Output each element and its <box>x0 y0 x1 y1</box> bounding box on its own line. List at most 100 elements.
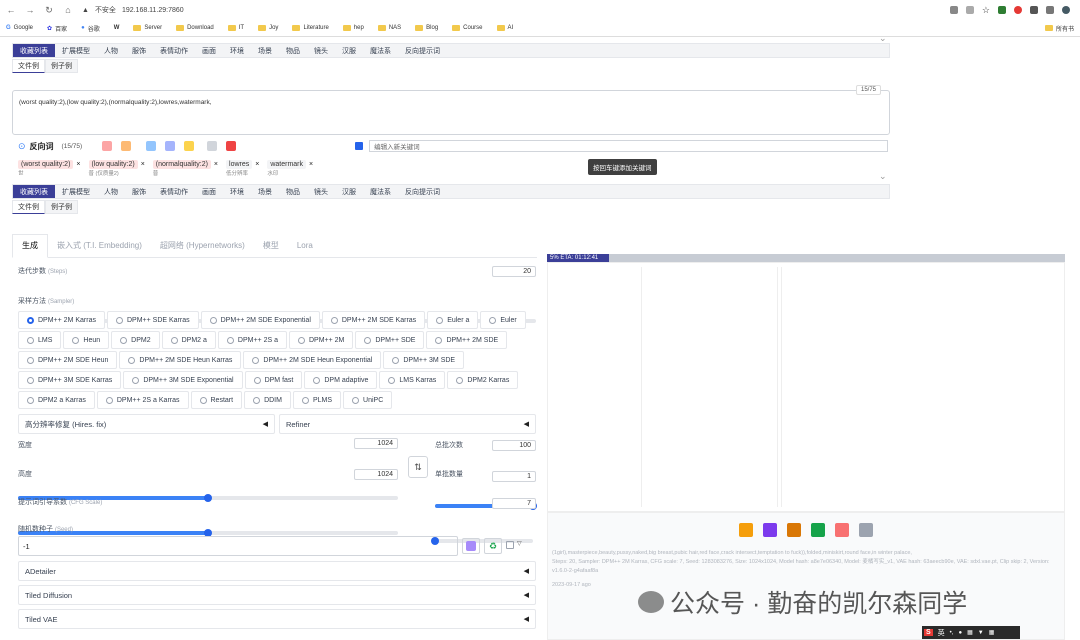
bookmark-it[interactable]: IT <box>227 25 244 31</box>
refiner-accordion[interactable]: Refiner ◀ <box>279 414 536 434</box>
negative-tag[interactable]: lowres × <box>226 160 259 169</box>
prompt-subtab[interactable]: 文件例 <box>12 59 45 73</box>
prompt-tab[interactable]: 服饰 <box>125 44 153 57</box>
prompt-subtab[interactable]: 例子例 <box>45 59 78 73</box>
width-input[interactable]: 1024 <box>354 438 398 449</box>
address-bar[interactable]: ▲ 不安全 192.168.11.29:7860 <box>82 5 941 15</box>
prompt-tab[interactable]: 镜头 <box>307 44 335 57</box>
sampler-radio[interactable]: DPM++ 3M SDE <box>383 351 465 369</box>
sampler-radio[interactable]: DPM++ SDE Karras <box>106 311 199 329</box>
puzzle-icon[interactable] <box>1030 6 1038 14</box>
prompt-tab[interactable]: 人物 <box>97 185 125 198</box>
close-icon[interactable]: × <box>76 161 80 168</box>
ruler-icon[interactable] <box>859 523 873 537</box>
prompt-tab[interactable]: 镜头 <box>307 185 335 198</box>
star-icon[interactable]: ☆ <box>982 5 990 16</box>
batch-count-input[interactable]: 100 <box>492 440 536 451</box>
gear-icon[interactable] <box>121 141 132 151</box>
bookmark-ai[interactable]: AI <box>496 25 513 31</box>
folder-open-icon[interactable] <box>739 523 753 537</box>
negative-tag[interactable]: (worst quality:2) × <box>18 160 81 169</box>
sampler-radio[interactable]: Euler <box>480 311 526 329</box>
sampler-radio[interactable]: DPM++ 3M SDE Exponential <box>123 371 243 389</box>
bookmark-nas[interactable]: NAS <box>377 25 401 31</box>
batch-size-input[interactable]: 1 <box>492 471 536 482</box>
translate-icon[interactable] <box>949 6 958 14</box>
bookmark-literature[interactable]: Literature <box>292 25 329 31</box>
sampler-radio[interactable]: DPM++ 2M <box>288 331 354 349</box>
bookmark-joy[interactable]: Joy <box>258 25 278 31</box>
prompt-tab[interactable]: 扩展模型 <box>55 44 97 57</box>
copy-icon[interactable] <box>146 141 157 151</box>
image-icon[interactable] <box>811 523 825 537</box>
reuse-seed-button[interactable]: ♻ <box>484 538 502 554</box>
zip-icon[interactable] <box>787 523 801 537</box>
sampler-radio[interactable]: DPM fast <box>244 371 303 389</box>
prompt-tab[interactable]: 收藏列表 <box>13 44 55 57</box>
prompt-tab[interactable]: 场景 <box>251 44 279 57</box>
main-tab[interactable]: 生成 <box>12 233 48 258</box>
sampler-radio[interactable]: DPM++ 2M SDE <box>426 331 508 349</box>
main-tab[interactable]: Lora <box>288 234 322 258</box>
prompt-tab[interactable]: 魔法系 <box>363 185 398 198</box>
ime-toolbar[interactable]: S 英 •, ● ▦ ▼ ▦ <box>922 626 1020 639</box>
hires-accordion[interactable]: 高分辨率修复 (Hires. fix) ◀ <box>18 414 275 434</box>
translate-button-icon[interactable] <box>102 141 113 151</box>
bookmark-baidu[interactable]: ✿ 百家 <box>47 24 67 33</box>
sampler-radio[interactable]: DPM++ 2S a Karras <box>96 391 189 409</box>
sampler-radio[interactable]: DPM++ 3M SDE Karras <box>18 371 122 389</box>
sampler-radio[interactable]: Euler a <box>427 311 479 329</box>
negative-prompt-textarea[interactable]: (worst quality:2),(low quality:2),(norma… <box>12 85 890 135</box>
close-icon[interactable]: × <box>141 161 145 168</box>
sampler-radio[interactable]: DPM++ 2M SDE Exponential <box>200 311 320 329</box>
negative-tag[interactable]: watermark × <box>267 160 313 169</box>
forward-icon[interactable]: → <box>25 5 35 15</box>
negative-tag[interactable]: (low quality:2) × <box>88 160 145 169</box>
main-tab[interactable]: 模型 <box>254 234 288 258</box>
sampler-radio[interactable]: DPM++ 2M SDE Karras <box>321 311 426 329</box>
swap-dimensions-button[interactable]: ⇅ <box>408 456 428 478</box>
sampler-radio[interactable]: DDIM <box>244 391 291 409</box>
download-ext-icon[interactable] <box>998 6 1006 14</box>
avatar-icon[interactable] <box>1062 6 1070 14</box>
keyword-input[interactable]: 编辑入新关键词 <box>369 140 888 152</box>
sampler-radio[interactable]: DPM2 <box>111 331 160 349</box>
prompt-tab[interactable]: 收藏列表 <box>13 185 55 198</box>
prompt-tab[interactable]: 汉服 <box>335 185 363 198</box>
sampler-radio[interactable]: DPM2 a <box>161 331 216 349</box>
close-icon[interactable]: × <box>214 161 218 168</box>
negative-tag[interactable]: (normalquality:2) × <box>152 160 218 169</box>
extension-accordion[interactable]: Tiled Diffusion ◀ <box>18 585 536 605</box>
prompt-tab[interactable]: 汉服 <box>335 44 363 57</box>
bookmark-google[interactable]: G Google <box>6 25 33 31</box>
save-icon[interactable] <box>763 523 777 537</box>
collapse-icon[interactable]: ⌄ <box>879 33 887 44</box>
extension-red-icon[interactable] <box>1014 6 1022 14</box>
height-input[interactable]: 1024 <box>354 469 398 480</box>
prompt-tab[interactable]: 环境 <box>223 185 251 198</box>
palette-icon[interactable] <box>835 523 849 537</box>
sampler-radio[interactable]: Restart <box>190 391 243 409</box>
prompt-tab[interactable]: 反向提示词 <box>398 44 447 57</box>
prompt-subtab[interactable]: 例子例 <box>45 200 78 214</box>
sampler-radio[interactable]: DPM++ 2M SDE Heun Karras <box>119 351 242 369</box>
sampler-radio[interactable]: LMS <box>18 331 62 349</box>
back-icon[interactable]: ← <box>6 5 16 15</box>
collapse-icon-2[interactable]: ⌄ <box>879 171 887 182</box>
sampler-radio[interactable]: DPM2 Karras <box>447 371 519 389</box>
sampler-radio[interactable]: DPM++ SDE <box>355 331 425 349</box>
bookmark-server[interactable]: Server <box>133 25 162 31</box>
sampler-radio[interactable]: DPM++ 2M SDE Heun <box>18 351 118 369</box>
prompt-tab[interactable]: 表情动作 <box>153 44 195 57</box>
sampler-radio[interactable]: LMS Karras <box>379 371 446 389</box>
home-icon[interactable]: ⌂ <box>63 5 73 15</box>
bookmark-w[interactable]: W <box>114 25 120 31</box>
bookmark-course[interactable]: Course <box>452 25 483 31</box>
clipboard-icon[interactable] <box>207 141 218 151</box>
sampler-radio[interactable]: DPM++ 2M Karras <box>18 311 105 329</box>
prompt-tab[interactable]: 服饰 <box>125 185 153 198</box>
steps-input[interactable]: 20 <box>492 266 536 277</box>
prompt-subtab[interactable]: 文件例 <box>12 200 45 214</box>
trash-icon[interactable] <box>226 141 237 151</box>
close-icon[interactable]: × <box>309 161 313 168</box>
